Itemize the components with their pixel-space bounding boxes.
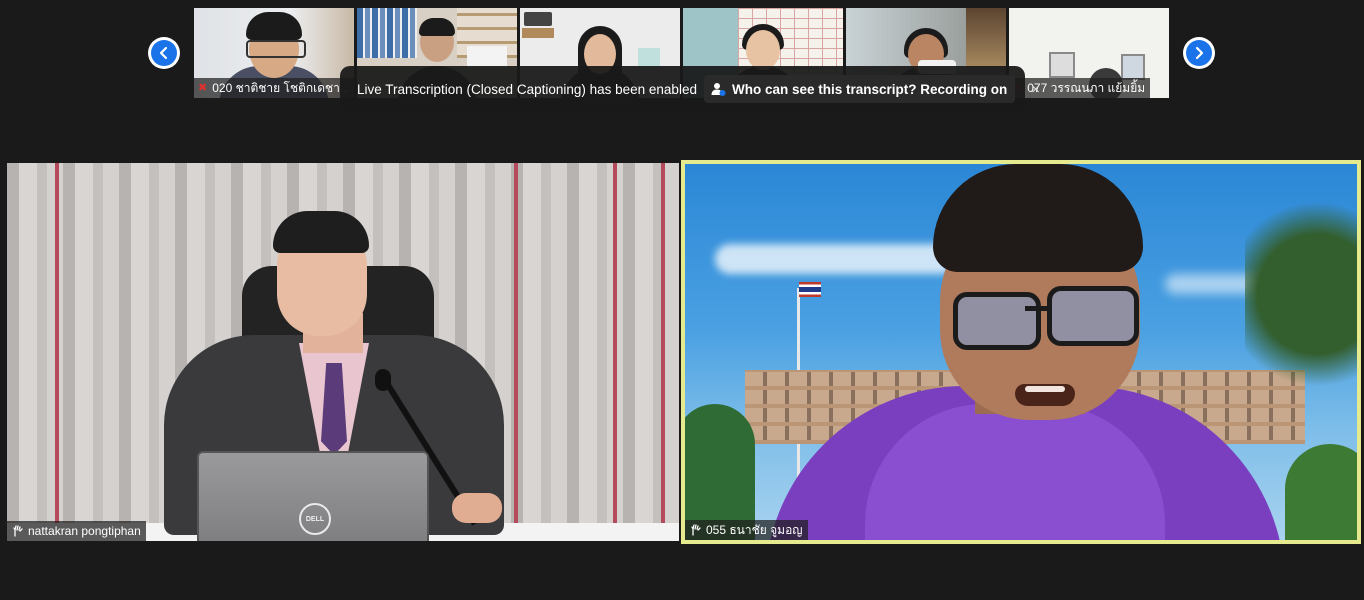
muted-mic-icon: ✖ [198,82,208,94]
chevron-left-icon [159,46,168,60]
dell-logo: DELL [299,503,331,535]
participant-name: 077 วรรณนภา แย้มยิ้ม [1027,81,1146,95]
main-video-right-active-speaker[interactable]: 055 ธนาชัย จูมอญ [681,160,1361,544]
link-label: Who can see this transcript? Recording o… [731,81,1008,97]
participant-name-tag: ✖ 020 ชาติชาย โชติกเดชา... [194,78,354,98]
banner-message: Live Transcription (Closed Captioning) h… [357,81,697,97]
chevron-right-icon [1195,46,1204,60]
video-feed: DELL [7,163,679,541]
participant-thumbnail-1[interactable]: ✖ 020 ชาติชาย โชติกเดชา... [194,8,354,98]
previous-page-button[interactable] [148,37,180,69]
participant-name: 055 ธนาชัย จูมอญ [706,523,803,537]
laptop: DELL [197,451,429,541]
person-info-icon [711,83,726,96]
participant-name: 020 ชาติชาย โชติกเดชา... [212,81,350,95]
raised-hand-icon [13,525,23,537]
main-video-left[interactable]: DELL nattakran pongtiphan [7,163,679,541]
participant-name-tag: nattakran pongtiphan [7,521,146,541]
next-page-button[interactable] [1183,37,1215,69]
participant-name-tag: ✖ 077 วรรณนภา แย้มยิ้ม [1009,78,1151,98]
close-banner-button[interactable]: × [1031,81,1040,98]
live-transcription-banner: Live Transcription (Closed Captioning) h… [340,66,1040,112]
raised-hand-icon [691,524,701,536]
video-feed [685,164,1357,540]
flag [799,282,821,297]
who-can-see-transcript-link[interactable]: Who can see this transcript? Recording o… [703,75,1016,103]
participant-name-tag: 055 ธนาชัย จูมอญ [685,520,808,540]
participant-name: nattakran pongtiphan [28,524,141,538]
